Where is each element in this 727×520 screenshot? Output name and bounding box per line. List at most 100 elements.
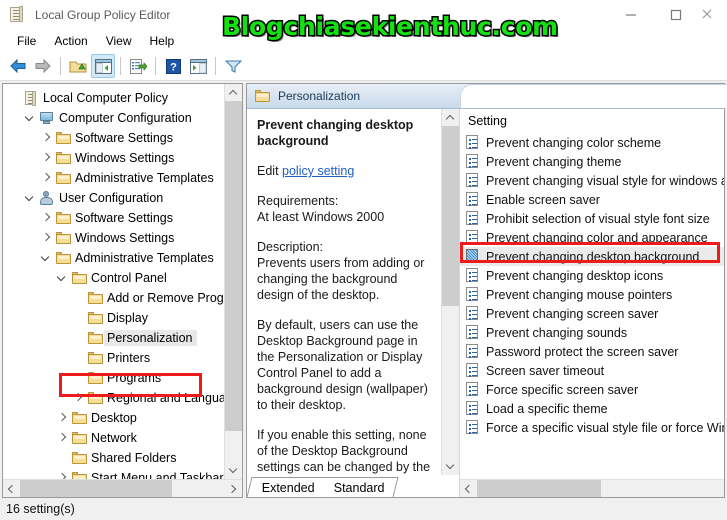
properties-icon[interactable] (186, 54, 210, 78)
list-hscroll-thumb[interactable] (477, 480, 601, 497)
table-row[interactable]: Prevent changing visual style for window… (460, 171, 724, 190)
table-row[interactable]: Prevent changing color scheme (460, 133, 724, 152)
list-scroll-left-button[interactable] (460, 480, 477, 497)
tree-item-administrative-templates[interactable]: Administrative Templates (3, 248, 224, 268)
tree-item-network[interactable]: Network (3, 428, 224, 448)
tab-standard[interactable]: Standard (319, 477, 399, 497)
tree-item-desktop[interactable]: Desktop (3, 408, 224, 428)
tree-horizontal-scrollbar[interactable] (3, 479, 242, 497)
description-scroll-up-button[interactable] (442, 109, 459, 126)
chevron-down-icon[interactable] (22, 190, 38, 206)
up-one-level-icon[interactable] (66, 54, 90, 78)
table-row[interactable]: Prevent changing desktop icons (460, 266, 724, 285)
table-row[interactable]: Prevent changing desktop background (460, 247, 724, 266)
minimize-button[interactable] (608, 0, 653, 30)
list-hscroll-track[interactable] (477, 480, 724, 497)
tree-scroll-right-button[interactable] (225, 480, 242, 497)
table-row[interactable]: Prevent changing mouse pointers (460, 285, 724, 304)
chevron-right-icon[interactable] (54, 410, 70, 426)
chevron-right-icon[interactable] (38, 210, 54, 226)
chevron-right-icon[interactable] (54, 430, 70, 446)
show-hide-tree-icon[interactable] (91, 54, 115, 78)
table-row[interactable]: Prevent changing theme (460, 152, 724, 171)
table-row[interactable]: Screen saver timeout (460, 361, 724, 380)
folder-icon (70, 470, 88, 479)
export-list-icon[interactable] (126, 54, 150, 78)
tree-scroll-left-button[interactable] (3, 480, 20, 497)
table-row[interactable]: Force specific screen saver (460, 380, 724, 399)
tree-item-software-settings[interactable]: Software Settings (3, 128, 224, 148)
chevron-right-icon[interactable] (70, 390, 86, 406)
policy-setting-icon (466, 325, 479, 340)
tree-item-computer-configuration[interactable]: Computer Configuration (3, 108, 224, 128)
tree-item-local-computer-policy[interactable]: Local Computer Policy (3, 88, 224, 108)
chevron-down-icon[interactable] (38, 250, 54, 266)
table-row[interactable]: Force a specific visual style file or fo… (460, 418, 724, 437)
tree-item-start-menu-and-taskbar[interactable]: Start Menu and Taskbar (3, 468, 224, 479)
tree-hscroll-track[interactable] (20, 480, 225, 497)
close-button[interactable] (698, 0, 727, 30)
menu-help[interactable]: Help (141, 32, 184, 50)
tree-item-administrative-templates[interactable]: Administrative Templates (3, 168, 224, 188)
table-row[interactable]: Prevent changing color and appearance (460, 228, 724, 247)
tree-scroll-track[interactable] (225, 101, 242, 462)
chevron-down-icon[interactable] (22, 110, 38, 126)
tree-scroll-thumb[interactable] (225, 101, 242, 431)
chevron-right-icon[interactable] (38, 130, 54, 146)
tree-item-control-panel[interactable]: Control Panel (3, 268, 224, 288)
filter-icon[interactable] (221, 54, 245, 78)
chevron-right-icon[interactable] (38, 150, 54, 166)
help-icon[interactable]: ? (161, 54, 185, 78)
tree-item-programs[interactable]: Programs (3, 368, 224, 388)
column-header-setting[interactable]: Setting (460, 109, 724, 133)
tree-item-windows-settings[interactable]: Windows Settings (3, 228, 224, 248)
tree-item-display[interactable]: Display (3, 308, 224, 328)
tree-item-user-configuration[interactable]: User Configuration (3, 188, 224, 208)
tree-scroll-up-button[interactable] (225, 84, 242, 101)
chevron-right-icon[interactable] (38, 170, 54, 186)
tree-item-personalization[interactable]: Personalization (3, 328, 224, 348)
forward-icon[interactable] (31, 54, 55, 78)
back-icon[interactable] (6, 54, 30, 78)
table-row[interactable]: Prevent changing sounds (460, 323, 724, 342)
policy-tree[interactable]: Local Computer Policy Computer Configurat… (3, 84, 224, 479)
table-row[interactable]: Password protect the screen saver (460, 342, 724, 361)
menu-action[interactable]: Action (45, 32, 96, 50)
table-row[interactable]: Enable screen saver (460, 190, 724, 209)
main-content: Local Computer Policy Computer Configurat… (0, 81, 727, 498)
folder-icon (54, 210, 72, 226)
tree-scroll-down-button[interactable] (225, 462, 242, 479)
policy-setting-icon (466, 382, 479, 397)
settings-list[interactable]: Prevent changing color scheme Prevent cha… (460, 133, 724, 479)
description-scroll-track[interactable] (442, 126, 459, 458)
chevron-down-icon[interactable] (54, 270, 70, 286)
table-row[interactable]: Prohibit selection of visual style font … (460, 209, 724, 228)
user-icon (38, 190, 56, 206)
tree-vertical-scrollbar[interactable] (224, 84, 242, 479)
maximize-button[interactable] (653, 0, 698, 30)
table-row[interactable]: Load a specific theme (460, 399, 724, 418)
computer-icon (38, 110, 56, 126)
setting-name: Force specific screen saver (486, 382, 639, 397)
tree-item-software-settings[interactable]: Software Settings (3, 208, 224, 228)
tree-hscroll-thumb[interactable] (20, 480, 172, 497)
description-scroll-thumb[interactable] (442, 126, 459, 306)
tree-item-shared-folders[interactable]: Shared Folders (3, 448, 224, 468)
tree-item-printers[interactable]: Printers (3, 348, 224, 368)
description-vertical-scrollbar[interactable] (441, 109, 459, 475)
menu-file[interactable]: File (8, 32, 45, 50)
table-row[interactable]: Prevent changing screen saver (460, 304, 724, 323)
tree-item-label: User Configuration (59, 191, 164, 205)
menu-view[interactable]: View (97, 32, 141, 50)
policy-setting-link[interactable]: policy setting (282, 164, 354, 178)
tree-item-windows-settings[interactable]: Windows Settings (3, 148, 224, 168)
list-horizontal-scrollbar[interactable] (460, 479, 724, 497)
chevron-right-icon[interactable] (38, 230, 54, 246)
tree-item-label: Shared Folders (91, 451, 177, 465)
tree-item-add-or-remove-programs[interactable]: Add or Remove Programs (3, 288, 224, 308)
tab-extended[interactable]: Extended (246, 477, 329, 497)
tree-item-regional-and-language[interactable]: Regional and Language (3, 388, 224, 408)
tree-item-label: Administrative Templates (75, 251, 214, 265)
description-scroll-down-button[interactable] (442, 458, 459, 475)
chevron-right-icon[interactable] (54, 470, 70, 479)
